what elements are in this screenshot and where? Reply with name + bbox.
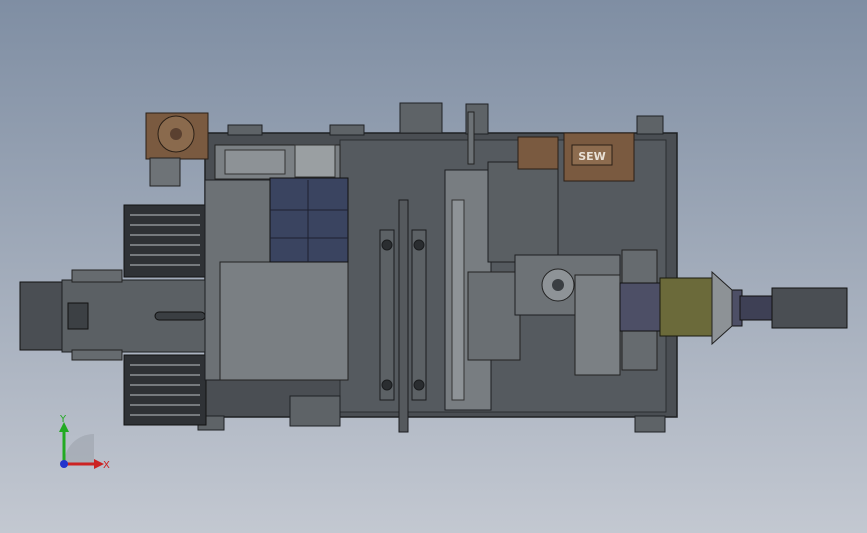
axis-triad: Y X — [48, 410, 118, 480]
axis-plane-shade — [64, 434, 94, 464]
left-motor-housing — [19, 269, 221, 361]
gearmotor-top-left — [145, 112, 209, 187]
axis-triad-graphic: Y X — [59, 414, 110, 471]
heat-sink-bottom — [123, 354, 207, 426]
y-axis-label: Y — [59, 414, 67, 425]
cad-viewport[interactable]: SEW Y X — [0, 0, 867, 533]
motor-brand-label: SEW — [578, 150, 606, 163]
belt-pulley-strip — [214, 144, 341, 180]
heat-sink-top — [123, 204, 207, 278]
x-axis-label: X — [103, 460, 110, 471]
mounting-feet-top — [227, 102, 664, 136]
central-gearbox — [204, 177, 349, 381]
z-axis-dot — [60, 460, 68, 468]
assembly-model[interactable]: SEW — [0, 0, 867, 533]
